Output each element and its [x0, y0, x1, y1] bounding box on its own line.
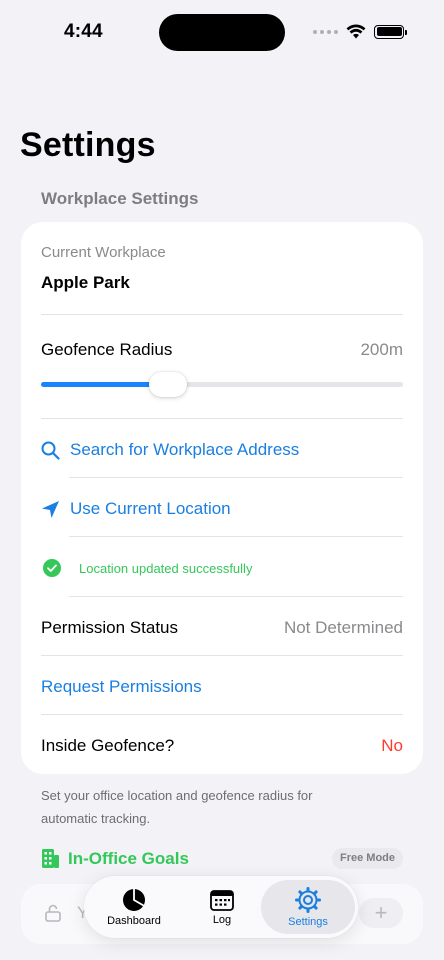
workplace-footnote: Set your office location and geofence ra… — [41, 788, 313, 826]
geofence-radius-row: Geofence Radius 200m — [41, 340, 403, 362]
tab-log-label: Log — [212, 913, 232, 926]
use-current-location-label: Use Current Location — [70, 499, 231, 518]
tab-dashboard[interactable]: Dashboard — [94, 880, 174, 934]
status-time: 4:44 — [64, 21, 103, 42]
use-current-location-button[interactable]: Use Current Location — [41, 497, 403, 521]
inside-geofence-row: Inside Geofence? No — [41, 736, 403, 758]
search-address-label: Search for Workplace Address — [70, 440, 300, 459]
geofence-radius-label: Geofence Radius — [41, 340, 173, 359]
cellular-signal-icon — [313, 29, 338, 34]
request-permissions-label: Request Permissions — [41, 677, 202, 696]
divider — [69, 536, 403, 537]
tab-settings-label: Settings — [288, 915, 328, 928]
tab-settings[interactable]: Settings — [261, 880, 355, 934]
request-permissions-button[interactable]: Request Permissions — [41, 677, 403, 699]
permission-status-row: Permission Status Not Determined — [41, 618, 403, 640]
gear-icon — [295, 886, 321, 913]
location-status-message: Location updated successfully — [79, 560, 253, 576]
search-icon — [41, 441, 60, 460]
location-status-row: Location updated successfully — [43, 558, 403, 578]
permission-status-value: Not Determined — [283, 618, 403, 637]
divider — [41, 314, 403, 315]
goals-section-title: In-Office Goals — [68, 848, 189, 868]
pie-chart-icon — [123, 887, 145, 911]
dynamic-island — [159, 14, 285, 51]
wifi-icon — [346, 24, 366, 39]
divider — [69, 477, 403, 478]
divider — [41, 418, 403, 419]
page-title: Settings — [20, 126, 156, 164]
current-workplace-row: Current Workplace Apple Park — [41, 244, 403, 293]
increment-button[interactable]: + — [359, 898, 403, 928]
workplace-settings-card: Current Workplace Apple Park Geofence Ra… — [21, 222, 423, 774]
location-arrow-icon — [42, 500, 59, 518]
current-workplace-value: Apple Park — [41, 273, 130, 292]
lock-icon — [45, 904, 61, 922]
workplace-section-header: Workplace Settings — [41, 189, 199, 208]
tab-bar: Dashboard Log Settings — [84, 876, 358, 938]
inside-geofence-label: Inside Geofence? — [41, 736, 175, 755]
divider — [69, 596, 403, 597]
battery-icon — [374, 24, 407, 39]
building-icon — [42, 849, 59, 868]
geofence-radius-value: 200m — [360, 340, 403, 359]
permission-status-label: Permission Status — [41, 618, 178, 637]
goals-section-header: In-Office Goals — [41, 848, 189, 869]
divider — [41, 714, 403, 715]
tab-log[interactable]: Log — [186, 880, 258, 934]
geofence-radius-slider[interactable] — [41, 372, 403, 397]
current-workplace-label: Current Workplace — [41, 244, 166, 261]
divider — [41, 655, 403, 656]
checkmark-circle-icon — [43, 559, 61, 577]
calendar-icon — [210, 889, 234, 911]
inside-geofence-value: No — [381, 736, 403, 755]
status-indicators — [313, 24, 407, 39]
status-bar: 4:44 — [0, 0, 444, 64]
search-address-button[interactable]: Search for Workplace Address — [41, 438, 403, 462]
slider-thumb[interactable] — [148, 372, 187, 397]
mode-badge: Free Mode — [331, 848, 403, 869]
tab-dashboard-label: Dashboard — [107, 914, 161, 927]
